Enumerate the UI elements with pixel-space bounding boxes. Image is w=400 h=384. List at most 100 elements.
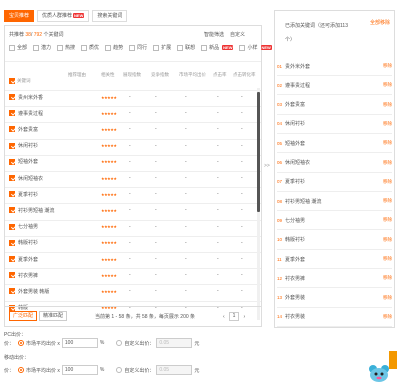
filter-option[interactable]: 联想 bbox=[177, 44, 195, 51]
remove-all-button[interactable]: 全部移除 bbox=[370, 19, 390, 26]
table-row[interactable]: 夏季衬衫 ★★★★★ - - - - - bbox=[5, 187, 261, 200]
row-checkbox[interactable] bbox=[9, 288, 15, 295]
mobile-market-radio[interactable] bbox=[18, 367, 24, 373]
remove-button[interactable]: 移除 bbox=[383, 140, 392, 146]
filter-checkbox[interactable] bbox=[105, 44, 112, 51]
filter-checkbox[interactable] bbox=[129, 44, 136, 51]
table-row[interactable]: 韩版衬衫 ★★★★★ - - - - - bbox=[5, 235, 261, 249]
header-ctr[interactable]: 点击率 bbox=[213, 72, 231, 90]
remove-button[interactable]: 移除 bbox=[383, 275, 392, 281]
table-row[interactable]: 短袖外套 ★★★★★ - - - - - bbox=[5, 154, 261, 168]
scrollbar-thumb[interactable] bbox=[257, 92, 260, 212]
table-row[interactable]: 休闲短袖衣 ★★★★★ - - - - - bbox=[5, 171, 261, 184]
remove-button[interactable]: 移除 bbox=[383, 82, 392, 88]
table-row[interactable]: 七分袖男 ★★★★★ - - - - - bbox=[5, 219, 261, 233]
filter-option[interactable]: 扩展 bbox=[153, 44, 171, 51]
remove-button[interactable]: 移除 bbox=[383, 237, 392, 243]
filter-option[interactable]: 新品 NEW bbox=[201, 44, 234, 51]
added-title: 已添加关键词（还可添加113 个） bbox=[285, 19, 365, 47]
table-row[interactable]: 衬衣男裤 ★★★★★ - - - - - bbox=[5, 268, 261, 281]
pc-market-radio[interactable] bbox=[18, 340, 24, 346]
metric-cell: - bbox=[129, 288, 131, 295]
header-impression[interactable]: 展现指数 bbox=[123, 72, 145, 90]
row-checkbox[interactable] bbox=[9, 175, 15, 181]
metric-cell: - bbox=[155, 191, 157, 198]
filter-option[interactable]: 热搜 bbox=[57, 44, 75, 51]
broad-match-button[interactable]: 广泛匹配 bbox=[9, 311, 38, 321]
remove-button[interactable]: 移除 bbox=[383, 121, 392, 127]
remove-button[interactable]: 移除 bbox=[383, 256, 392, 262]
table-row[interactable]: 贵州米外香 ★★★★★ - - - - - bbox=[5, 90, 261, 103]
prev-page-icon[interactable]: ‹ bbox=[223, 314, 225, 320]
pc-custom-radio[interactable] bbox=[116, 340, 123, 346]
mobile-custom-input[interactable]: 0.05 bbox=[156, 365, 193, 375]
filter-checkbox[interactable] bbox=[153, 44, 160, 51]
select-all-checkbox[interactable] bbox=[9, 78, 15, 84]
next-page-icon[interactable]: › bbox=[243, 314, 245, 320]
filter-option[interactable]: 小样 NEW bbox=[239, 44, 272, 51]
table-row[interactable]: 衬衫男短袖 潮流 ★★★★★ - - - - - bbox=[5, 203, 261, 216]
header-relevance[interactable]: 相关性 bbox=[101, 72, 119, 90]
row-checkbox[interactable] bbox=[9, 110, 15, 117]
smart-filter-link[interactable]: 智能筛选 bbox=[204, 31, 224, 38]
remove-button[interactable]: 移除 bbox=[383, 198, 392, 204]
header-competition[interactable]: 竞争指数 bbox=[151, 72, 173, 90]
remove-button[interactable]: 移除 bbox=[383, 102, 392, 108]
remove-button[interactable]: 移除 bbox=[383, 295, 392, 301]
row-checkbox[interactable] bbox=[9, 158, 15, 165]
pc-percent-input[interactable]: 100 bbox=[61, 338, 98, 348]
row-checkbox[interactable] bbox=[9, 94, 15, 100]
custom-link[interactable]: 自定义 bbox=[230, 31, 245, 38]
filter-checkbox[interactable] bbox=[177, 44, 184, 51]
table-row[interactable]: 外套贵富 ★★★★★ - - - - - bbox=[5, 122, 261, 135]
table-row[interactable]: 休闲衬衫 ★★★★★ - - - - - bbox=[5, 138, 261, 152]
row-checkbox[interactable] bbox=[9, 223, 15, 230]
pc-custom-label: 自定义出价： bbox=[124, 340, 155, 347]
mobile-market-label: 市场平均出价 x bbox=[26, 367, 60, 374]
row-checkbox[interactable] bbox=[9, 256, 15, 262]
tab-search-keyword[interactable]: 搜索关键词 bbox=[92, 10, 128, 22]
table-row[interactable]: 外套男装 韩版 ★★★★★ - - - - - bbox=[5, 284, 261, 297]
filter-checkbox[interactable] bbox=[33, 44, 40, 51]
remove-button[interactable]: 移除 bbox=[383, 217, 392, 223]
row-checkbox[interactable] bbox=[9, 207, 15, 214]
filter-checkbox[interactable] bbox=[81, 44, 88, 51]
mascot-icon[interactable] bbox=[368, 364, 390, 382]
pc-custom-input[interactable]: 0.05 bbox=[156, 338, 193, 348]
filter-option[interactable]: 潜力 bbox=[33, 44, 51, 51]
page-number[interactable]: 1 bbox=[228, 312, 240, 321]
table-scrollbar[interactable] bbox=[257, 88, 260, 320]
transfer-arrow-icon[interactable]: >> bbox=[264, 163, 270, 169]
filter-checkbox[interactable] bbox=[239, 44, 246, 51]
row-checkbox[interactable] bbox=[9, 126, 15, 133]
remove-button[interactable]: 移除 bbox=[383, 160, 392, 166]
side-widget-tab[interactable] bbox=[389, 351, 397, 369]
filter-checkbox[interactable] bbox=[9, 44, 15, 51]
item-index: 14 bbox=[277, 314, 283, 320]
mobile-custom-radio[interactable] bbox=[116, 367, 123, 373]
filter-option[interactable]: 全部 bbox=[9, 44, 27, 51]
exact-match-button[interactable]: 精准匹配 bbox=[39, 311, 68, 321]
row-checkbox[interactable] bbox=[9, 272, 15, 279]
row-checkbox[interactable] bbox=[9, 142, 15, 149]
filter-checkbox[interactable] bbox=[57, 44, 64, 51]
relevance-stars: ★★★★★ bbox=[101, 272, 117, 278]
table-row[interactable]: 夏季外套 ★★★★★ - - - - - bbox=[5, 252, 261, 265]
remove-button[interactable]: 移除 bbox=[383, 179, 392, 185]
tab-item-recommend[interactable]: 宝贝推荐 bbox=[4, 10, 35, 22]
tab-crowd-recommend[interactable]: 优质人群推荐 NEW bbox=[37, 10, 90, 22]
header-avg-bid[interactable]: 市场平均出价 bbox=[179, 72, 207, 90]
filter-checkbox[interactable] bbox=[201, 44, 208, 51]
row-checkbox[interactable] bbox=[9, 191, 15, 198]
new-badge: NEW bbox=[73, 13, 85, 18]
filter-option[interactable]: 同行 bbox=[129, 44, 147, 51]
remove-button[interactable]: 移除 bbox=[383, 314, 392, 320]
table-row[interactable]: 遵事贵过程 ★★★★★ - - - - - bbox=[5, 106, 261, 119]
filter-option[interactable]: 质优 bbox=[81, 44, 99, 51]
filter-option[interactable]: 趋势 bbox=[105, 44, 123, 51]
filter-label: 小样 bbox=[247, 45, 258, 51]
remove-button[interactable]: 移除 bbox=[383, 63, 392, 69]
header-cvr[interactable]: 点击转化率 bbox=[233, 72, 257, 90]
mobile-percent-input[interactable]: 100 bbox=[61, 365, 98, 375]
row-checkbox[interactable] bbox=[9, 239, 15, 246]
